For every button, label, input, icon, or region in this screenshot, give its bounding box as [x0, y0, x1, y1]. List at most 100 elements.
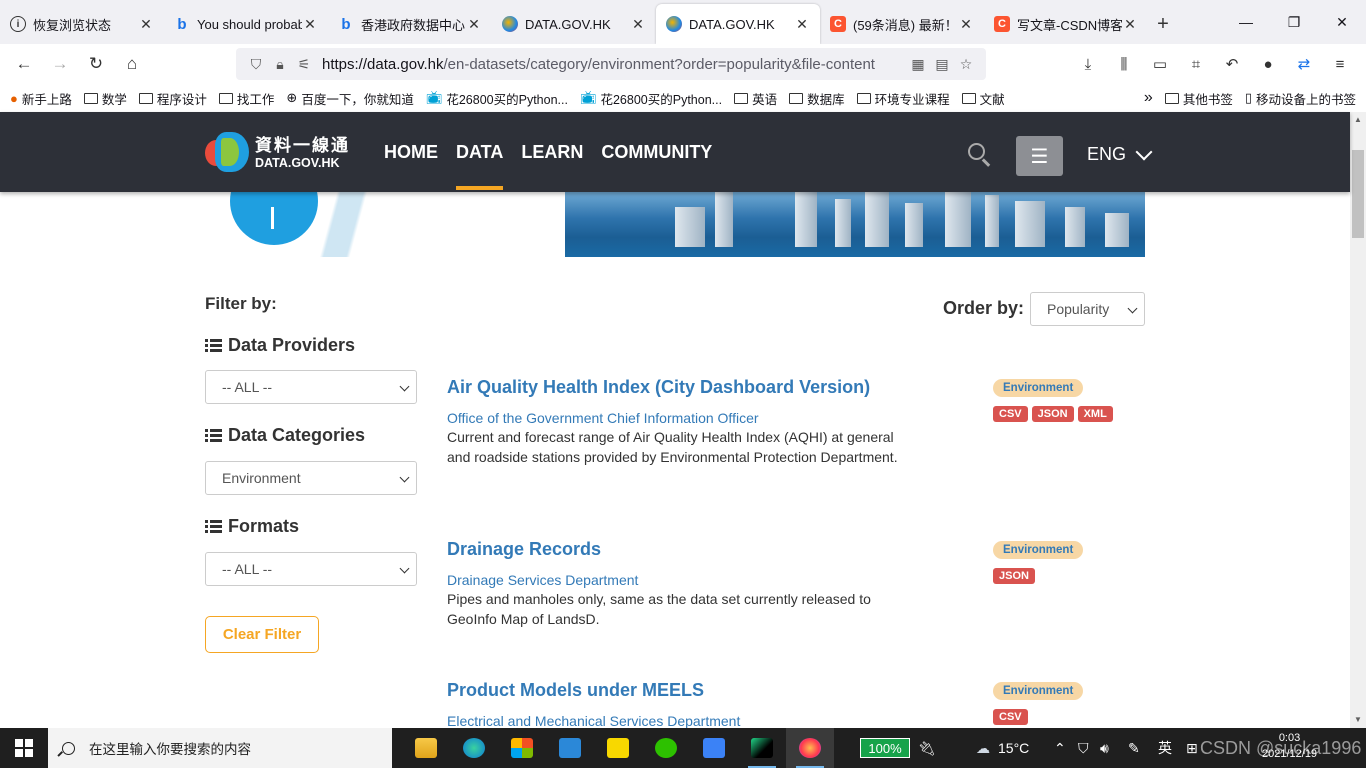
formats-select[interactable]: -- ALL --: [205, 552, 417, 586]
tab-3[interactable]: DATA.GOV.HK ✕: [492, 4, 656, 44]
dataset-provider[interactable]: Electrical and Mechanical Services Depar…: [447, 713, 1147, 729]
data-providers-select[interactable]: -- ALL --: [205, 370, 417, 404]
new-tab-icon[interactable]: +: [1148, 4, 1178, 44]
feishu-icon[interactable]: [690, 728, 738, 768]
bookmark-folder-other[interactable]: 其他书签: [1164, 89, 1233, 108]
close-tab-icon[interactable]: ✕: [466, 16, 482, 33]
close-tab-icon[interactable]: ✕: [1122, 16, 1138, 33]
lock-icon[interactable]: 🔒︎: [268, 56, 292, 73]
close-tab-icon[interactable]: ✕: [630, 16, 646, 33]
url-bar[interactable]: ⛉ 🔒︎ ⚟ https://data.gov.hk/en-datasets/c…: [236, 48, 986, 80]
bookmark-folder[interactable]: 环境专业课程: [856, 89, 950, 108]
bookmark-folder[interactable]: 英语: [734, 89, 777, 108]
bookmark-item[interactable]: 📺︎ 花26800买的Python...: [426, 89, 568, 108]
bookmark-folder[interactable]: 找工作: [218, 89, 274, 108]
scroll-down-icon[interactable]: ▼: [1350, 712, 1366, 728]
taskbar-search-box[interactable]: 在这里输入你要搜索的内容: [48, 728, 392, 768]
sync-icon[interactable]: ⇄: [1286, 48, 1322, 80]
nav-home[interactable]: HOME: [384, 142, 438, 192]
start-button[interactable]: [0, 728, 48, 768]
dataset-provider[interactable]: Drainage Services Department: [447, 572, 1147, 588]
file-explorer-icon[interactable]: [402, 728, 450, 768]
back-icon[interactable]: ←: [6, 48, 42, 80]
reload-icon[interactable]: ↻: [78, 48, 114, 80]
bookmark-item[interactable]: 📺︎ 花26800买的Python...: [580, 89, 722, 108]
order-by-select[interactable]: Popularity: [1030, 292, 1145, 326]
bookmark-folder[interactable]: 数据库: [789, 89, 845, 108]
undo-icon[interactable]: ↶: [1214, 48, 1250, 80]
nav-data[interactable]: DATA: [456, 142, 504, 192]
clear-filter-button[interactable]: Clear Filter: [205, 616, 319, 653]
close-window-icon[interactable]: ✕: [1318, 0, 1366, 44]
security-shield-icon[interactable]: ⛉: [1078, 728, 1089, 768]
store-icon[interactable]: [498, 728, 546, 768]
nav-community[interactable]: COMMUNITY: [601, 142, 712, 192]
qr-code-icon[interactable]: ▦: [906, 56, 930, 73]
extension-icon[interactable]: ●: [1250, 48, 1286, 80]
nav-learn[interactable]: LEARN: [521, 142, 583, 192]
wechat-icon[interactable]: [642, 728, 690, 768]
page-scrollbar[interactable]: ▲ ▼: [1350, 112, 1366, 728]
bookmark-folder[interactable]: 程序设计: [138, 89, 207, 108]
format-badge-csv[interactable]: CSV: [993, 709, 1028, 725]
close-tab-icon[interactable]: ✕: [958, 16, 974, 33]
scrollbar-thumb[interactable]: [1352, 150, 1364, 238]
bookmark-item[interactable]: ● 新手上路: [10, 89, 72, 108]
chevron-down-icon: [399, 472, 410, 483]
tab-4-active[interactable]: DATA.GOV.HK ✕: [656, 4, 820, 44]
library-icon[interactable]: ⫼: [1106, 48, 1142, 80]
battery-indicator[interactable]: 100%: [860, 738, 910, 758]
data-categories-select[interactable]: Environment: [205, 461, 417, 495]
mail-icon[interactable]: [546, 728, 594, 768]
pen-icon[interactable]: ✎: [1128, 728, 1140, 768]
tab-6[interactable]: C 写文章-CSDN博客 ✕: [984, 4, 1148, 44]
pycharm-icon[interactable]: [738, 728, 786, 768]
category-badge[interactable]: Environment: [993, 541, 1084, 559]
home-icon[interactable]: ⌂: [114, 48, 150, 80]
tab-0[interactable]: i 恢复浏览状态 ✕: [0, 4, 164, 44]
scroll-up-icon[interactable]: ▲: [1350, 112, 1366, 128]
ime-indicator[interactable]: 英: [1158, 728, 1172, 768]
minimize-icon[interactable]: —: [1222, 0, 1270, 44]
permissions-icon[interactable]: ⚟: [292, 56, 316, 73]
bookmark-folder[interactable]: 数学: [83, 89, 127, 108]
language-selector[interactable]: ENG: [1087, 143, 1153, 165]
bookmark-folder-mobile[interactable]: ▯ 移动设备上的书签: [1245, 89, 1356, 108]
tab-1[interactable]: b You should probab ✕: [164, 4, 328, 44]
format-badge-json[interactable]: JSON: [993, 568, 1035, 584]
screenshot-icon[interactable]: ⌗: [1178, 48, 1214, 80]
search-icon[interactable]: [968, 143, 992, 167]
firefox-icon[interactable]: [786, 728, 834, 768]
edge-icon[interactable]: [450, 728, 498, 768]
close-tab-icon[interactable]: ✕: [302, 16, 318, 33]
shield-icon[interactable]: ⛉: [244, 56, 268, 73]
restore-icon[interactable]: ❐: [1270, 0, 1318, 44]
bookmark-item[interactable]: ⊕ 百度一下，你就知道: [286, 89, 413, 108]
category-badge[interactable]: Environment: [993, 379, 1084, 397]
close-tab-icon[interactable]: ✕: [138, 16, 154, 33]
sticky-notes-icon[interactable]: [594, 728, 642, 768]
url-text[interactable]: https://data.gov.hk/en-datasets/category…: [322, 56, 906, 73]
tab-5[interactable]: C (59条消息) 最新！P ✕: [820, 4, 984, 44]
site-logo[interactable]: 資料一線通 DATA.GOV.HK: [205, 130, 350, 176]
format-badge-xml[interactable]: XML: [1077, 406, 1113, 422]
format-badge-json[interactable]: JSON: [1031, 406, 1074, 422]
ime-mode-icon[interactable]: ⊞: [1186, 728, 1198, 768]
taskbar-clock[interactable]: 0:03 2021/12/19: [1262, 730, 1317, 762]
more-bookmarks-icon[interactable]: »: [1144, 89, 1153, 107]
tab-2[interactable]: b 香港政府数据中心 - ✕: [328, 4, 492, 44]
download-list-button[interactable]: ☰: [1016, 136, 1063, 176]
tray-chevron-icon[interactable]: ⌃: [1054, 728, 1066, 768]
forward-icon[interactable]: →: [42, 48, 78, 80]
sidebar-icon[interactable]: ▭: [1142, 48, 1178, 80]
weather-widget[interactable]: ☁ 15°C: [976, 728, 1029, 768]
reader-view-icon[interactable]: ▤: [930, 56, 954, 73]
download-icon[interactable]: ⤓: [1070, 48, 1106, 80]
bookmark-folder[interactable]: 文献: [961, 89, 1005, 108]
menu-icon[interactable]: ≡: [1322, 48, 1358, 80]
format-badge-csv[interactable]: CSV: [993, 406, 1028, 422]
volume-icon[interactable]: 🔊︎: [1100, 728, 1109, 768]
bookmark-star-icon[interactable]: ☆: [954, 56, 978, 73]
category-badge[interactable]: Environment: [993, 682, 1084, 700]
close-tab-icon[interactable]: ✕: [794, 16, 810, 33]
